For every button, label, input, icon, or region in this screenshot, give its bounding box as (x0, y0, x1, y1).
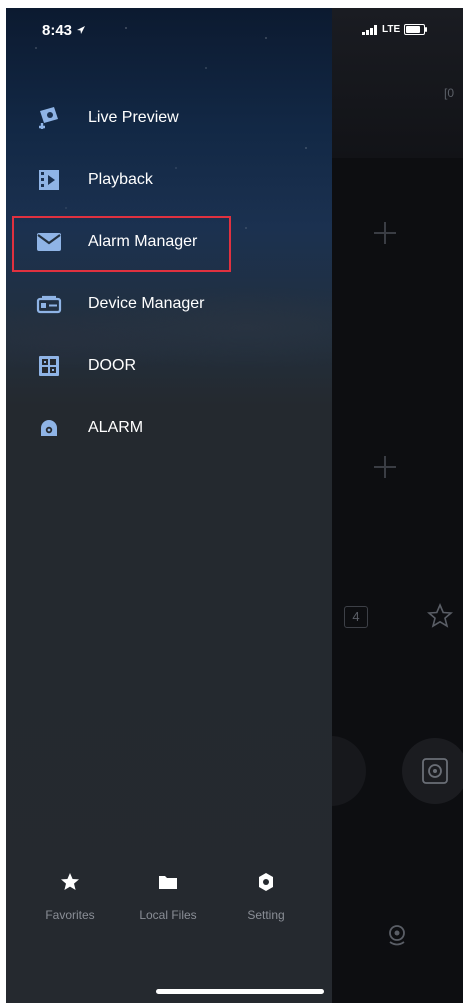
menu-item-device-manager[interactable]: Device Manager (6, 280, 332, 328)
selection-highlight (12, 216, 231, 272)
camera-icon (36, 105, 62, 131)
menu-label: DOOR (88, 357, 136, 374)
signal-icon (362, 24, 377, 35)
side-drawer: Live Preview Playback Alarm Manager Devi… (6, 8, 332, 1003)
tab-label: Local Files (139, 908, 197, 922)
status-indicators: LTE (362, 24, 428, 35)
capture-icon (422, 758, 448, 784)
tab-label: Setting (247, 908, 285, 922)
star-icon (20, 870, 120, 894)
status-time: 8:43 (42, 22, 86, 39)
menu-label: Device Manager (88, 295, 205, 312)
gear-icon (216, 870, 316, 894)
tab-favorites[interactable]: Favorites (20, 870, 120, 940)
grid-count-button[interactable]: 4 (344, 606, 368, 628)
menu-label: Playback (88, 171, 153, 188)
screen: [0 4 Live Preview Playback Alarm Manager… (0, 0, 463, 1003)
menu-item-alarm[interactable]: ALARM (6, 404, 332, 452)
location-arrow-icon (77, 26, 86, 34)
battery-fill (406, 26, 420, 33)
background-header-label: [0 (444, 86, 455, 100)
tab-setting[interactable]: Setting (216, 870, 316, 940)
battery-icon (404, 24, 428, 35)
tab-local-files[interactable]: Local Files (118, 870, 218, 940)
alarm-icon (36, 415, 62, 441)
add-channel-icon[interactable] (374, 222, 396, 244)
folder-icon (118, 870, 218, 894)
tab-label: Favorites (45, 908, 95, 922)
menu-item-door[interactable]: DOOR (6, 342, 332, 390)
favorite-star-icon[interactable] (426, 602, 454, 630)
device-icon (36, 291, 62, 317)
location-icon[interactable] (384, 922, 410, 948)
menu-item-playback[interactable]: Playback (6, 156, 332, 204)
capture-button[interactable] (402, 738, 463, 804)
door-icon (36, 353, 62, 379)
menu-item-live-preview[interactable]: Live Preview (6, 94, 332, 142)
add-channel-icon[interactable] (374, 456, 396, 478)
network-type: LTE (382, 24, 401, 35)
playback-icon (36, 167, 62, 193)
menu-label: ALARM (88, 419, 144, 436)
menu-label: Live Preview (88, 109, 179, 126)
home-indicator[interactable] (156, 989, 324, 994)
